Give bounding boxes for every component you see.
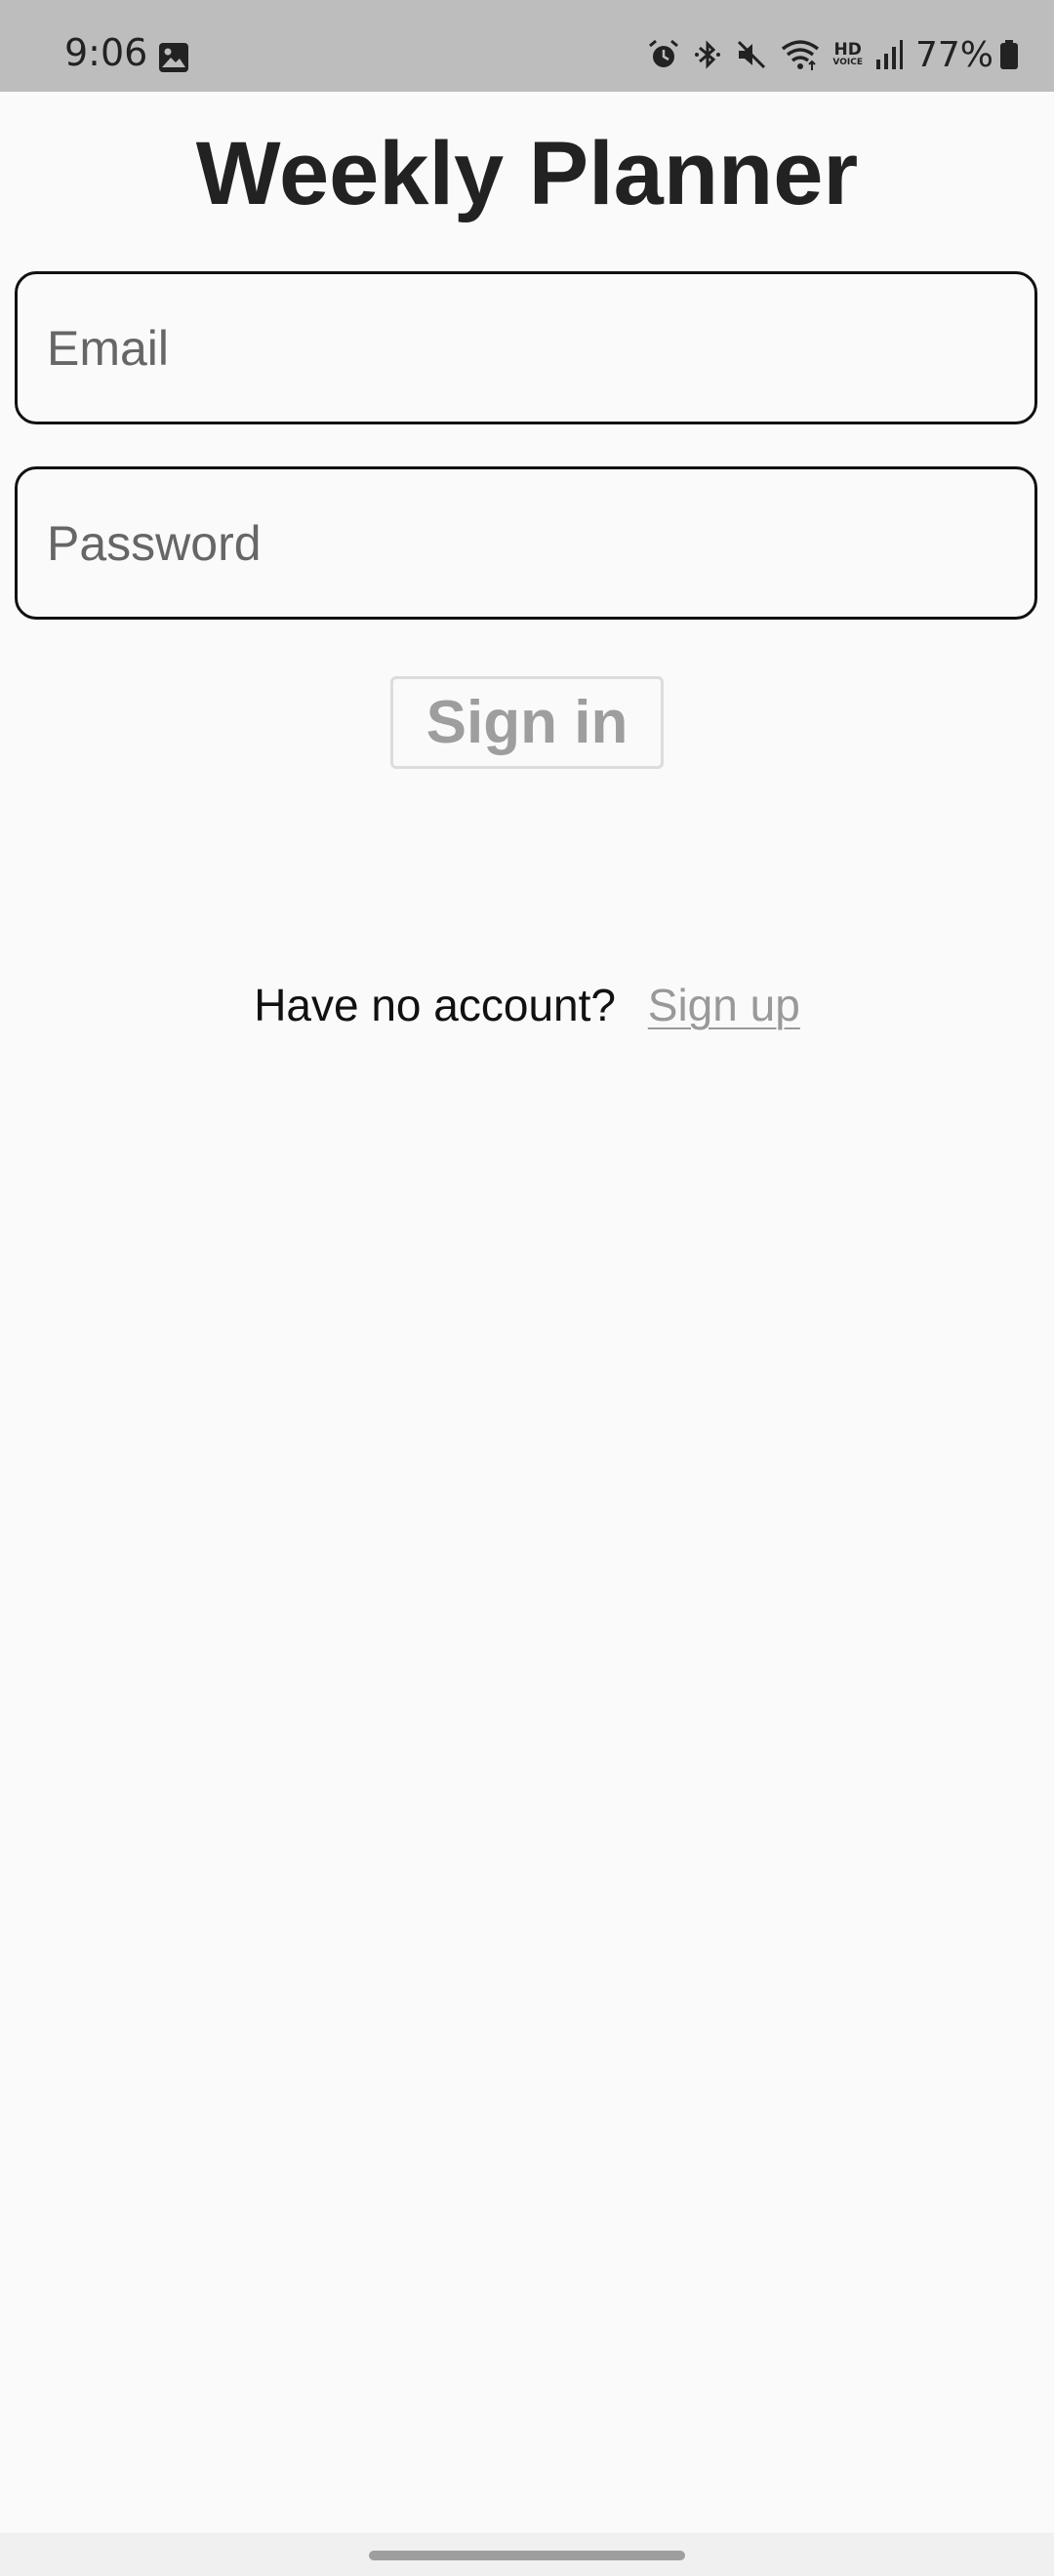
hd-label: HD bbox=[833, 40, 862, 60]
bluetooth-icon bbox=[695, 40, 721, 69]
navigation-bar bbox=[0, 2533, 1054, 2576]
battery-icon bbox=[1000, 40, 1018, 69]
sign-in-button[interactable]: Sign in bbox=[390, 676, 664, 769]
status-time: 9:06 bbox=[64, 31, 148, 74]
home-indicator[interactable] bbox=[369, 2551, 685, 2560]
battery-percent: 77% bbox=[914, 34, 993, 75]
gallery-icon bbox=[159, 43, 188, 72]
signup-prompt: Have no account? bbox=[254, 980, 616, 1030]
wifi-icon bbox=[782, 40, 820, 70]
signal-icon bbox=[875, 40, 903, 69]
page-title: Weekly Planner bbox=[195, 124, 859, 223]
status-icons: HD VOICE 77% bbox=[647, 33, 1019, 76]
status-bar: 9:06 HD VOICE 77% bbox=[0, 0, 1054, 92]
voice-label: VOICE bbox=[832, 58, 863, 67]
hd-voice-icon: HD VOICE bbox=[832, 42, 863, 67]
alarm-icon bbox=[649, 39, 679, 67]
signup-row: Have no account? Sign up bbox=[0, 971, 1054, 1039]
email-field[interactable] bbox=[15, 271, 1037, 424]
password-field[interactable] bbox=[15, 466, 1037, 620]
mute-icon bbox=[738, 40, 766, 69]
sign-up-link[interactable]: Sign up bbox=[648, 980, 800, 1030]
